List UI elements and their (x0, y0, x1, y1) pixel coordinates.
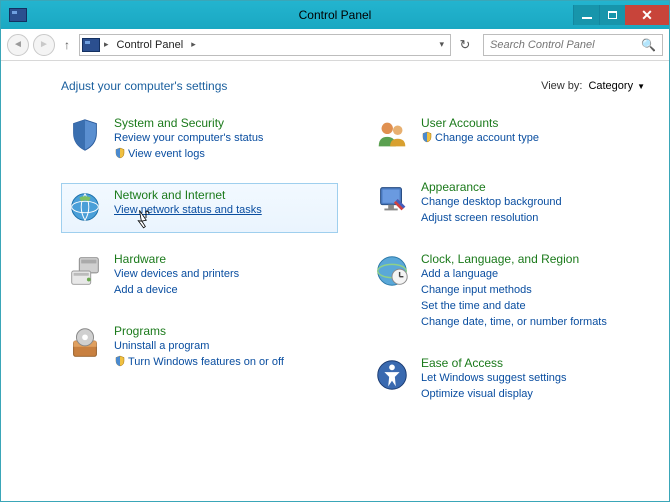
category-programs[interactable]: ProgramsUninstall a programTurn Windows … (61, 319, 338, 377)
category-column-right: User AccountsChange account type Appearan… (368, 111, 645, 409)
clock-language-region-icon (373, 252, 411, 290)
window-title: Control Panel (299, 8, 372, 22)
system-security-icon (66, 116, 104, 154)
category-column-left: System and SecurityReview your computer'… (61, 111, 338, 409)
network-internet-icon (66, 188, 104, 226)
category-ease-of-access[interactable]: Ease of AccessLet Windows suggest settin… (368, 351, 645, 409)
category-appearance[interactable]: AppearanceChange desktop backgroundAdjus… (368, 175, 645, 233)
category-clock-language-region[interactable]: Clock, Language, and RegionAdd a languag… (368, 247, 645, 337)
category-link[interactable]: Adjust screen resolution (421, 211, 562, 226)
window-controls: ✕ (573, 5, 669, 25)
category-network-internet[interactable]: Network and InternetView network status … (61, 183, 338, 233)
category-link[interactable]: Change date, time, or number formats (421, 315, 607, 330)
control-panel-icon (9, 8, 27, 22)
dropdown-chevron-icon[interactable]: ▾ (439, 39, 444, 50)
navigation-bar: ◄ ► ↑ ▸ Control Panel ▸ ▾ ↻ 🔍 (1, 29, 669, 61)
maximize-button[interactable] (599, 5, 625, 25)
programs-icon (66, 324, 104, 362)
refresh-button[interactable]: ↻ (455, 35, 475, 55)
category-link[interactable]: Let Windows suggest settings (421, 371, 567, 386)
category-title[interactable]: Network and Internet (114, 188, 262, 202)
category-link[interactable]: View devices and printers (114, 267, 239, 282)
category-user-accounts[interactable]: User AccountsChange account type (368, 111, 645, 161)
breadcrumb[interactable]: Control Panel (113, 37, 188, 53)
page-title: Adjust your computer's settings (61, 79, 227, 93)
category-title[interactable]: System and Security (114, 116, 263, 130)
category-link[interactable]: Add a language (421, 267, 607, 282)
view-by-control: View by: Category ▼ (541, 80, 645, 92)
user-accounts-icon (373, 116, 411, 154)
category-link[interactable]: Add a device (114, 283, 239, 298)
forward-button[interactable]: ► (33, 34, 55, 56)
titlebar[interactable]: Control Panel ✕ (1, 1, 669, 29)
appearance-icon (373, 180, 411, 218)
search-input[interactable] (490, 39, 641, 51)
view-by-label: View by: (541, 80, 582, 92)
address-bar[interactable]: ▸ Control Panel ▸ ▾ (79, 34, 451, 56)
chevron-right-icon[interactable]: ▸ (104, 39, 109, 50)
hardware-icon (66, 252, 104, 290)
chevron-down-icon: ▼ (637, 82, 645, 91)
category-link[interactable]: Change input methods (421, 283, 607, 298)
category-link[interactable]: View network status and tasks (114, 203, 262, 218)
category-title[interactable]: Programs (114, 324, 284, 338)
search-icon[interactable]: 🔍 (641, 38, 656, 52)
category-link[interactable]: Change account type (421, 131, 539, 146)
category-link[interactable]: Review your computer's status (114, 131, 263, 146)
category-link[interactable]: Optimize visual display (421, 387, 567, 402)
category-system-security[interactable]: System and SecurityReview your computer'… (61, 111, 338, 169)
category-title[interactable]: Ease of Access (421, 356, 567, 370)
close-button[interactable]: ✕ (625, 5, 669, 25)
category-title[interactable]: Clock, Language, and Region (421, 252, 607, 266)
control-panel-window: Control Panel ✕ ◄ ► ↑ ▸ Control Panel ▸ … (0, 0, 670, 502)
ease-of-access-icon (373, 356, 411, 394)
category-hardware[interactable]: HardwareView devices and printersAdd a d… (61, 247, 338, 305)
category-title[interactable]: Appearance (421, 180, 562, 194)
address-icon (82, 38, 100, 52)
category-link[interactable]: View event logs (114, 147, 263, 162)
content-area: Adjust your computer's settings View by:… (1, 61, 669, 501)
minimize-button[interactable] (573, 5, 599, 25)
category-title[interactable]: Hardware (114, 252, 239, 266)
category-link[interactable]: Turn Windows features on or off (114, 355, 284, 370)
category-title[interactable]: User Accounts (421, 116, 539, 130)
search-box[interactable]: 🔍 (483, 34, 663, 56)
view-by-dropdown[interactable]: Category ▼ (588, 80, 645, 92)
up-button[interactable]: ↑ (59, 38, 75, 52)
chevron-right-icon[interactable]: ▸ (191, 39, 196, 50)
back-button[interactable]: ◄ (7, 34, 29, 56)
category-link[interactable]: Change desktop background (421, 195, 562, 210)
category-link[interactable]: Uninstall a program (114, 339, 284, 354)
category-link[interactable]: Set the time and date (421, 299, 607, 314)
